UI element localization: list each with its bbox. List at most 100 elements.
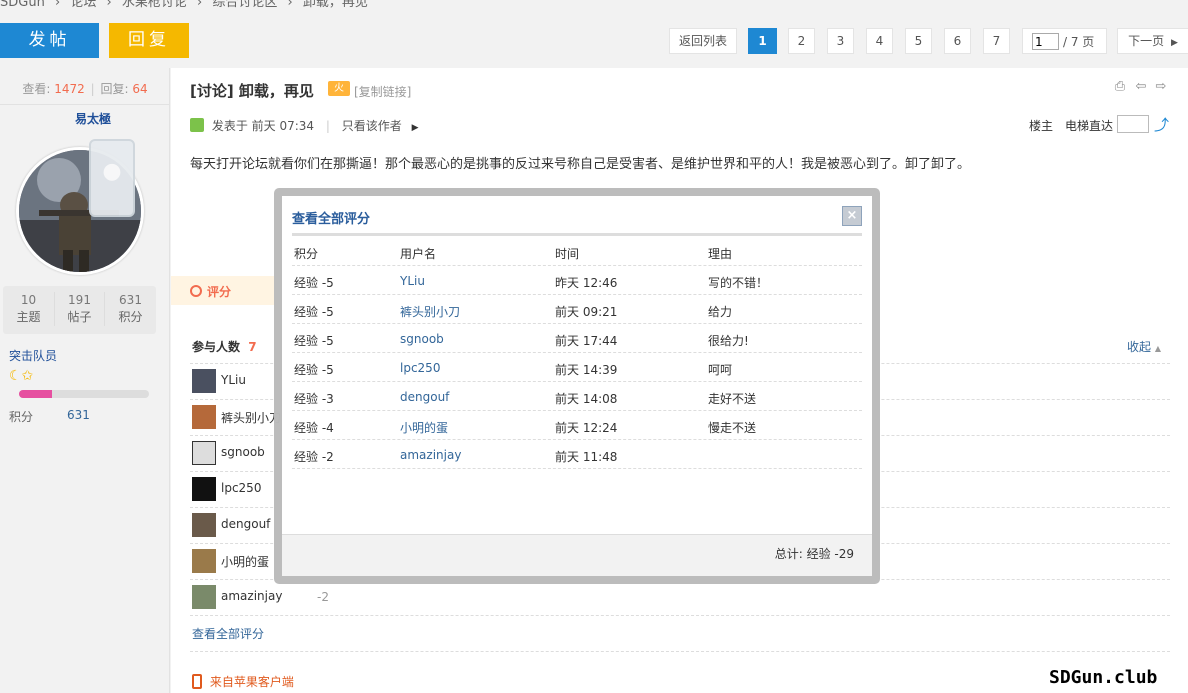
breadcrumb-current[interactable]: 卸载，再见 [303,0,368,10]
participant-avatar[interactable] [192,369,216,393]
rating-reason: 给力 [708,305,733,319]
breadcrumb-item[interactable]: 水果枪讨论 [122,0,187,10]
table-header-row: 积分 用户名 时间 理由 [292,237,862,266]
rating-time: 前天 14:08 [555,392,618,406]
breadcrumb-item[interactable]: 综合讨论区 [212,0,277,10]
breadcrumb-item[interactable]: SDGun [0,0,45,10]
participant-name[interactable]: amazinjay [221,589,282,603]
collapse-button[interactable]: 收起 ▲ [1127,338,1161,355]
participant-name[interactable]: dengouf [221,517,270,531]
stat-posts[interactable]: 191 帖子 [54,292,105,326]
participant-avatar[interactable] [192,549,216,573]
collapse-label: 收起 [1127,340,1152,354]
participant-name[interactable]: YLiu [221,373,246,387]
stat-value: 631 [119,293,142,307]
rating-time: 前天 17:44 [555,334,618,348]
meta-divider: | [325,119,330,133]
page-button-6[interactable]: 6 [944,28,971,54]
rating-user[interactable]: YLiu [400,274,425,288]
rating-time: 前天 09:21 [555,305,618,319]
copy-link-button[interactable]: [复制链接] [354,83,411,100]
points-value[interactable]: 631 [67,408,90,422]
modal-footer: 总计: 经验 -29 [282,534,872,576]
rating-time: 前天 11:48 [555,450,618,464]
reply-button[interactable]: 回复 [109,23,189,58]
participants-count: 7 [248,340,257,354]
page-button-5[interactable]: 5 [905,28,932,54]
rating-time: 前天 14:39 [555,363,618,377]
page-jump-input[interactable] [1032,33,1059,50]
rating-user[interactable]: amazinjay [400,448,461,462]
level-progress-fill [19,390,52,398]
rating-reason: 慢走不送 [708,421,757,435]
only-author-link[interactable]: 只看该作者 [342,119,402,133]
participant-avatar[interactable] [192,405,216,429]
table-row: 经验 -5 lpc250 前天 14:39 呵呵 [292,353,862,382]
rating-circle-icon [190,285,202,297]
stat-label: 帖子 [67,310,92,324]
rating-score: 经验 -2 [294,450,334,464]
rating-time: 前天 12:24 [555,421,618,435]
breadcrumb: SDGun › 论坛 › 水果枪讨论 › 综合讨论区 › 卸载，再见 [0,0,374,10]
participant-name[interactable]: sgnoob [221,445,265,459]
user-group[interactable]: 突击队员 [9,347,57,364]
stat-label: 积分 [118,310,143,324]
divider [190,651,1170,652]
page-button-3[interactable]: 3 [827,28,854,54]
page-button-4[interactable]: 4 [866,28,893,54]
next-page-button[interactable]: 下一页 ▶ [1117,28,1188,54]
rating-total: 总计: 经验 -29 [774,547,854,561]
header-score: 积分 [294,247,319,261]
stat-points[interactable]: 631 积分 [105,292,156,326]
print-icon[interactable]: ⎙ [1113,80,1127,94]
level-progress-bar [19,390,149,398]
participant-avatar[interactable] [192,477,216,501]
rating-score: 经验 -4 [294,421,334,435]
table-row: 经验 -2 amazinjay 前天 11:48 [292,440,862,469]
new-post-button[interactable]: 发帖 [0,23,99,58]
page-button-1[interactable]: 1 [748,28,777,54]
page-total-label: / 7 页 [1063,35,1095,49]
participant-name[interactable]: 裤头别小刀 [221,409,281,426]
participant-name[interactable]: lpc250 [221,481,261,495]
replies-label: 回复: [100,82,129,96]
header-reason: 理由 [708,247,733,261]
next-thread-icon[interactable]: ⇨ [1154,80,1168,94]
breadcrumb-item[interactable]: 论坛 [70,0,96,10]
online-user-icon [190,118,204,132]
participant-avatar[interactable] [192,585,216,609]
rating-score: 经验 -5 [294,334,334,348]
medal-icons: ☾✩ [9,368,34,384]
prev-thread-icon[interactable]: ⇦ [1134,80,1148,94]
replies-count: 64 [132,82,148,96]
view-all-ratings-link[interactable]: 查看全部评分 [192,625,264,642]
rating-user[interactable]: 小明的蛋 [400,419,448,436]
elevator-input[interactable] [1117,115,1149,133]
top-action-bar: 发帖 回复 返回列表 1 2 3 4 5 6 7 / 7 页 下一页 ▶ [0,22,1188,60]
rating-reason: 写的不错！ [708,276,769,290]
page-button-2[interactable]: 2 [788,28,815,54]
participant-name[interactable]: 小明的蛋 [221,553,269,570]
points-label: 积分 [9,410,34,424]
participant-avatar[interactable] [192,441,216,465]
close-icon[interactable]: × [842,206,862,226]
author-username[interactable]: 易太極 [0,110,186,127]
rating-user[interactable]: 裤头别小刀 [400,303,460,320]
client-source[interactable]: 来自苹果客户端 [192,673,294,690]
stat-threads[interactable]: 10 主题 [3,292,54,326]
thread-title: [讨论] 卸载，再见 [190,82,314,100]
rating-user[interactable]: sgnoob [400,332,444,346]
rating-reason: 呵呵 [708,363,733,377]
header-user: 用户名 [400,247,437,261]
back-to-list-button[interactable]: 返回列表 [669,28,737,54]
rating-score: 经验 -5 [294,363,334,377]
rating-score: 经验 -3 [294,392,334,406]
rating-user[interactable]: dengouf [400,390,449,404]
stats-separator: | [90,82,95,96]
jump-arrow-icon[interactable]: ⤴ [1154,114,1169,135]
participant-avatar[interactable] [192,513,216,537]
phone-client-icon: ● [89,139,135,217]
page-button-7[interactable]: 7 [983,28,1010,54]
rating-user[interactable]: lpc250 [400,361,440,375]
rating-header: 评分 [171,276,281,305]
